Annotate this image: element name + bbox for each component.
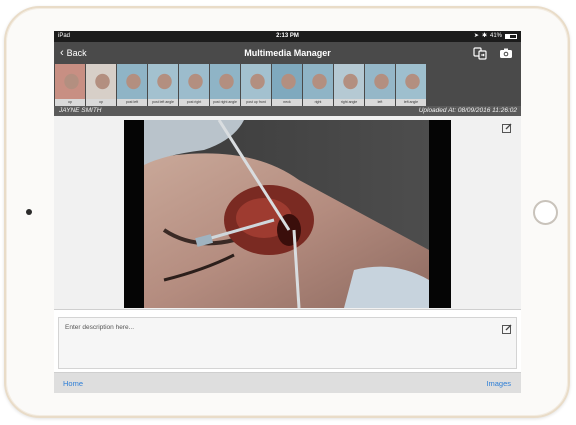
- thumbnail-image: [55, 64, 85, 99]
- thumbnail-caption: post left angle: [148, 99, 178, 106]
- thumbnail-caption: post right: [179, 99, 209, 106]
- thumbnail-item[interactable]: post right angle: [210, 64, 240, 106]
- images-tab[interactable]: Images: [486, 373, 511, 393]
- thumbnail-caption: left: [365, 99, 395, 106]
- thumbnail-image: [365, 64, 395, 99]
- thumbnail-caption: post up front: [241, 99, 271, 106]
- thumbnail-image: [117, 64, 147, 99]
- thumbnail-image: [303, 64, 333, 99]
- camera-icon[interactable]: [499, 46, 513, 60]
- thumbnail-image: [148, 64, 178, 99]
- image-viewer: [54, 116, 521, 310]
- battery-icon: [505, 34, 517, 39]
- bluetooth-icon: ✱: [481, 33, 487, 39]
- thumbnail-caption: left angle: [396, 99, 426, 106]
- surgery-photo[interactable]: [124, 120, 451, 308]
- patient-info-bar: JAYNE SMITH Uploaded At: 08/09/2016 11:2…: [54, 106, 521, 116]
- thumbnail-image: [334, 64, 364, 99]
- thumbnail-image: [210, 64, 240, 99]
- thumbnail-item[interactable]: post left: [117, 64, 147, 106]
- patient-name: JAYNE SMITH: [59, 107, 102, 114]
- thumbnail-caption: post left: [117, 99, 147, 106]
- page-title: Multimedia Manager: [244, 48, 331, 58]
- upload-timestamp: Uploaded At: 08/09/2016 11:26:02: [418, 107, 517, 114]
- home-tab[interactable]: Home: [63, 373, 83, 393]
- thumbnail-caption: post right angle: [210, 99, 240, 106]
- edit-photo-icon[interactable]: [502, 120, 512, 133]
- status-right: ➤ ✱ 41%: [474, 31, 517, 42]
- thumbnail-item[interactable]: op: [55, 64, 85, 106]
- thumbnail-item[interactable]: post left angle: [148, 64, 178, 106]
- thumbnail-item[interactable]: right angle: [334, 64, 364, 106]
- thumbnail-caption: right: [303, 99, 333, 106]
- nav-icons: [473, 46, 513, 60]
- home-hardware-button[interactable]: [533, 200, 558, 225]
- thumbnail-image: [179, 64, 209, 99]
- edit-description-icon[interactable]: [502, 321, 512, 334]
- location-icon: ➤: [473, 33, 479, 39]
- status-bar: iPad 2:13 PM ➤ ✱ 41%: [54, 31, 521, 42]
- thumbnail-image: [396, 64, 426, 99]
- screen: iPad 2:13 PM ➤ ✱ 41% ‹ Back Multimedia M…: [54, 31, 521, 393]
- thumbnail-item[interactable]: left angle: [396, 64, 426, 106]
- description-box: [58, 317, 517, 369]
- thumbnail-item[interactable]: neck: [272, 64, 302, 106]
- navigation-bar: ‹ Back Multimedia Manager: [54, 42, 521, 64]
- thumbnail-caption: right angle: [334, 99, 364, 106]
- description-input[interactable]: [59, 318, 516, 336]
- thumbnail-item[interactable]: right: [303, 64, 333, 106]
- thumbnail-caption: neck: [272, 99, 302, 106]
- transfer-icon[interactable]: [473, 46, 487, 60]
- thumbnail-caption: op: [55, 99, 85, 106]
- bottom-toolbar: Home Images: [54, 372, 521, 393]
- thumbnail-item[interactable]: post right: [179, 64, 209, 106]
- battery-percent: 41%: [489, 33, 502, 39]
- thumbnail-item[interactable]: op: [86, 64, 116, 106]
- thumbnail-image: [272, 64, 302, 99]
- thumbnail-strip: op op post left post left angle post right po…: [54, 64, 521, 106]
- thumbnail-item[interactable]: post up front: [241, 64, 271, 106]
- front-camera: [26, 209, 32, 215]
- status-time: 2:13 PM: [276, 33, 299, 39]
- thumbnail-image: [86, 64, 116, 99]
- thumbnail-item[interactable]: left: [365, 64, 395, 106]
- thumbnail-caption: op: [86, 99, 116, 106]
- thumbnail-image: [241, 64, 271, 99]
